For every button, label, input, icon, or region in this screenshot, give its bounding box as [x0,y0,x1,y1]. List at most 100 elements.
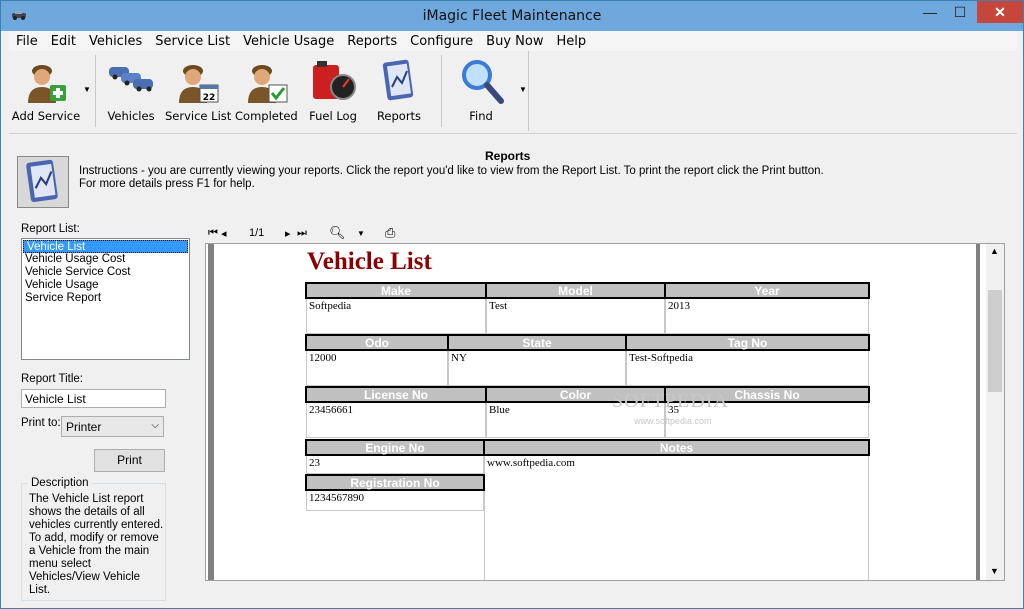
page-indicator: 1/1 [249,227,265,239]
list-item[interactable]: Vehicle Service Cost [22,266,189,279]
header-year: Year [664,282,870,299]
find-dropdown-icon[interactable]: ▼ [519,85,527,94]
zoom-icon[interactable]: 🔍︎ [329,225,346,241]
toolbar-separator [95,55,96,127]
menu-vehicle-usage[interactable]: Vehicle Usage [236,31,340,49]
cell-year: 2013 [665,299,869,334]
close-button[interactable]: ✕ [977,1,1023,23]
scrollbar-thumb[interactable] [988,290,1002,392]
cell-state: NY [448,351,626,386]
scroll-up-icon[interactable]: ▲ [990,246,999,256]
minimize-button[interactable]: — [915,1,945,23]
cell-tag-no: Test-Softpedia [626,351,869,386]
completed-label: Completed [235,109,298,123]
find-label: Find [469,109,493,123]
toolbar-separator [441,55,442,127]
header-state: State [447,334,627,351]
fuel-can-gauge-icon [313,61,356,100]
list-item[interactable]: Vehicle Usage [22,279,189,292]
header-odo: Odo [305,334,449,351]
instructions-text: Instructions - you are currently viewing… [79,165,824,190]
fuel-log-label: Fuel Log [309,109,357,123]
header-engine-no: Engine No [305,439,485,456]
cell-notes: www.softpedia.com [484,456,869,580]
mechanic-calendar-icon: 22 [179,65,219,103]
cell-engine-no: 23 [306,456,484,474]
menu-vehicles[interactable]: Vehicles [82,31,148,49]
report-list-label: Report List: [21,223,80,235]
calendar-day-text: 22 [203,93,216,103]
header-notes: Notes [483,439,870,456]
fuel-log-button[interactable]: Fuel Log [305,53,361,129]
title-bar: iMagic Fleet Maintenance — ☐ ✕ [1,1,1023,31]
report-title-input[interactable]: Vehicle List [21,389,166,408]
magnifier-icon [462,60,504,104]
reports-header-icon [17,156,69,208]
first-page-icon[interactable]: ⏮ [208,227,218,240]
report-listbox[interactable]: Vehicle List Vehicle Usage Cost Vehicle … [21,238,190,360]
watermark: SOFTPEDIA [612,390,729,412]
completed-button[interactable]: Completed [235,53,298,129]
add-service-label: Add Service [11,109,81,123]
menu-configure[interactable]: Configure [403,31,479,49]
maximize-button[interactable]: ☐ [945,1,975,23]
report-header: Reports Instructions - you are currently… [9,133,1017,208]
reports-button[interactable]: Reports [369,53,429,129]
header-model: Model [485,282,666,299]
menu-service-list[interactable]: Service List [148,31,236,49]
report-title-label: Report Title: [21,373,83,385]
printer-icon[interactable]: ⎙ [385,225,395,241]
cell-registration-no: 1234567890 [306,491,484,511]
mechanic-check-icon [248,65,288,103]
report-title: Vehicle List [307,248,432,275]
add-service-button[interactable]: Add Service [11,53,81,129]
vehicles-icon [109,67,153,92]
menu-buy-now[interactable]: Buy Now [479,31,549,49]
print-to-label: Print to: [21,417,61,429]
report-viewer-toolbar: ⏮ ◂ 1/1 ▸ ⏭ 🔍︎ ▼ ⎙ [205,223,1005,243]
description-group: Description The Vehicle List report show… [21,477,166,601]
menu-bar: File Edit Vehicles Service List Vehicle Usag… [9,31,1017,51]
menu-edit[interactable]: Edit [44,31,82,49]
zoom-dropdown-icon[interactable]: ▼ [357,229,365,238]
next-page-icon[interactable]: ▸ [285,227,291,240]
header-registration-no: Registration No [305,474,485,491]
print-button[interactable]: Print [94,449,165,472]
header-make: Make [305,282,487,299]
watermark-url: www.softpedia.com [634,416,712,426]
cell-make: Softpedia [306,299,486,334]
print-to-select[interactable]: Printer ⌵ [61,416,164,437]
description-text: The Vehicle List report shows the detail… [29,493,164,596]
service-list-label: Service List [165,109,232,123]
menu-reports[interactable]: Reports [340,31,403,49]
prev-page-icon[interactable]: ◂ [221,227,227,240]
window-title: iMagic Fleet Maintenance [422,8,602,24]
report-scrollbar[interactable]: ▲ ▼ [986,244,1004,580]
report-icon [382,59,414,101]
header-tag-no: Tag No [625,334,870,351]
list-item[interactable]: Vehicle Usage Cost [22,253,189,266]
list-item[interactable]: Vehicle List [23,240,188,253]
last-page-icon[interactable]: ⏭ [297,227,307,240]
page-title: Reports [485,149,531,163]
menu-file[interactable]: File [9,31,44,49]
vehicles-button[interactable]: Vehicles [103,53,159,129]
find-button[interactable]: Find [449,53,513,129]
toolbar: Add Service ▼ Vehicles 22 Service List C… [9,51,529,131]
report-page: Vehicle List Make Model Year Softpedia T… [208,244,980,580]
scroll-down-icon[interactable]: ▼ [990,566,999,576]
report-viewer: Vehicle List Make Model Year Softpedia T… [205,243,1005,581]
app-window: iMagic Fleet Maintenance — ☐ ✕ File Edit V… [0,0,1024,609]
service-list-button[interactable]: 22 Service List [165,53,232,129]
cell-odo: 12000 [306,351,448,386]
list-item[interactable]: Service Report [22,292,189,305]
header-license-no: License No [305,386,487,403]
print-to-value: Printer [66,420,102,434]
add-service-dropdown-icon[interactable]: ▼ [83,85,91,94]
vehicles-label: Vehicles [107,109,155,123]
menu-help[interactable]: Help [549,31,592,49]
cell-model: Test [486,299,665,334]
chevron-down-icon: ⌵ [151,420,159,431]
description-legend: Description [28,477,92,489]
mechanic-add-icon [28,65,66,103]
